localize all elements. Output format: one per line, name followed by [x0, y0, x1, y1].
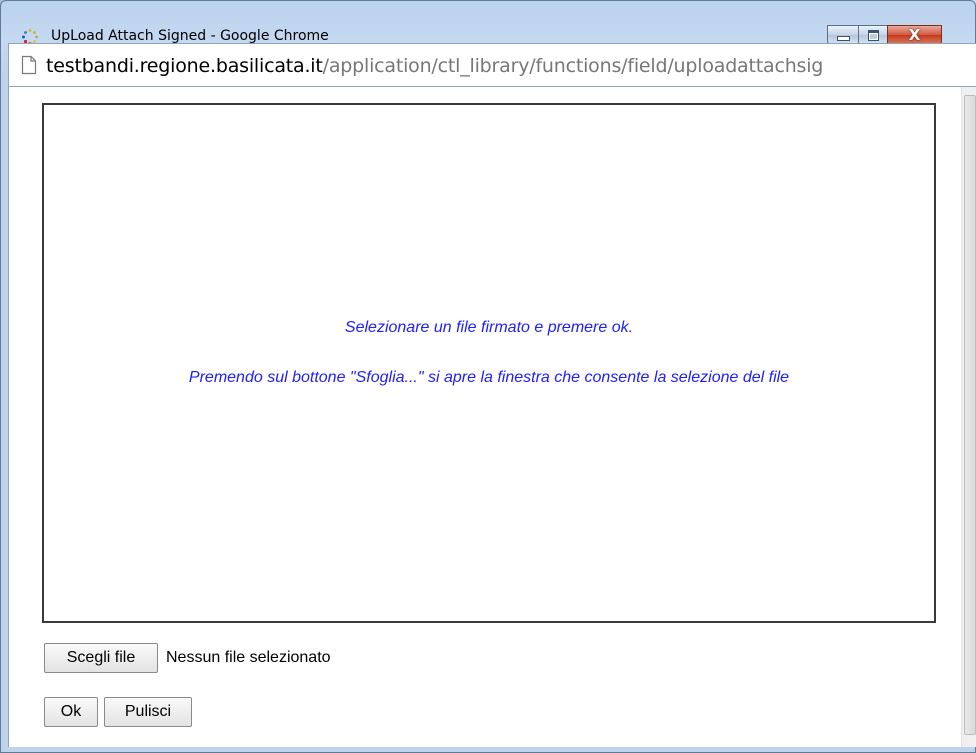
close-icon: X: [908, 26, 921, 44]
maximize-icon: [867, 29, 879, 41]
clear-button[interactable]: Pulisci: [104, 697, 192, 727]
url-path: /application/ctl_library/functions/field…: [322, 55, 824, 77]
close-button[interactable]: X: [887, 25, 942, 45]
page-content: Selezionare un file firmato e premere ok…: [8, 87, 976, 747]
choose-file-button[interactable]: Scegli file: [44, 643, 158, 673]
title-bar[interactable]: UpLoad Attach Signed - Google Chrome X: [1, 1, 976, 46]
scrollbar-thumb[interactable]: [964, 95, 976, 735]
file-status-text: Nessun file selezionato: [166, 649, 331, 666]
url-text: testbandi.regione.basilicata.it/applicat…: [46, 54, 823, 78]
vertical-scrollbar[interactable]: [961, 87, 976, 747]
minimize-icon: [836, 36, 850, 41]
minimize-button[interactable]: [827, 25, 859, 45]
window-title: UpLoad Attach Signed - Google Chrome: [51, 28, 329, 44]
browser-window: UpLoad Attach Signed - Google Chrome X t…: [0, 0, 976, 753]
url-host: testbandi.regione.basilicata.it: [46, 55, 323, 77]
ok-button[interactable]: Ok: [44, 697, 98, 727]
instruction-text: Selezionare un file firmato e premere ok…: [344, 319, 634, 336]
maximize-button[interactable]: [858, 25, 888, 45]
address-bar[interactable]: testbandi.regione.basilicata.it/applicat…: [8, 43, 976, 87]
page-icon: [21, 55, 37, 75]
hint-text: Premendo sul bottone "Sfoglia..." si apr…: [188, 369, 790, 386]
info-panel: Selezionare un file firmato e premere ok…: [42, 103, 936, 623]
